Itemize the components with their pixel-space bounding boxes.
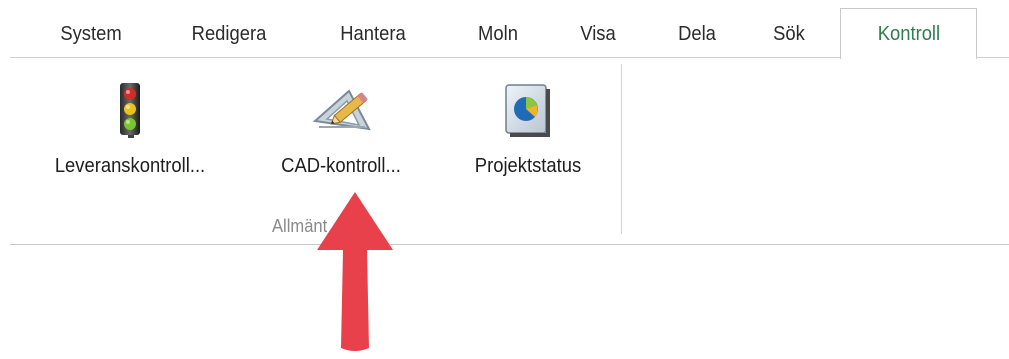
- tab-redigera[interactable]: Redigera: [173, 10, 285, 58]
- ribbon-bottom-border: [10, 244, 1009, 245]
- tab-bar-divider: [10, 57, 840, 58]
- tab-system[interactable]: System: [40, 10, 141, 58]
- tab-kontroll[interactable]: Kontroll: [840, 8, 977, 59]
- tab-visa[interactable]: Visa: [563, 10, 633, 58]
- traffic-light-icon: [110, 81, 150, 144]
- projektstatus-button[interactable]: Projektstatus: [448, 75, 608, 190]
- leveranskontroll-label: Leveranskontroll...: [54, 155, 206, 177]
- tab-bar-divider-right: [976, 57, 1009, 58]
- tab-kontroll-label: Kontroll: [877, 22, 940, 45]
- leveranskontroll-button[interactable]: Leveranskontroll...: [26, 75, 234, 190]
- ribbon-group-separator: [621, 64, 622, 234]
- tab-hantera[interactable]: Hantera: [319, 10, 428, 58]
- pie-chart-icon: [502, 81, 554, 144]
- cad-kontroll-label: CAD-kontroll...: [281, 155, 401, 177]
- annotation-arrow-icon: [315, 190, 395, 359]
- tab-dela[interactable]: Dela: [663, 10, 731, 58]
- cad-kontroll-button[interactable]: CAD-kontroll...: [256, 75, 426, 190]
- tab-sok[interactable]: Sök: [759, 10, 820, 58]
- tab-moln[interactable]: Moln: [461, 10, 535, 58]
- cad-drafting-icon: [309, 81, 373, 146]
- projektstatus-label: Projektstatus: [474, 155, 582, 177]
- ribbon-tab-bar: System Redigera Hantera Moln Visa Dela S…: [0, 0, 1009, 59]
